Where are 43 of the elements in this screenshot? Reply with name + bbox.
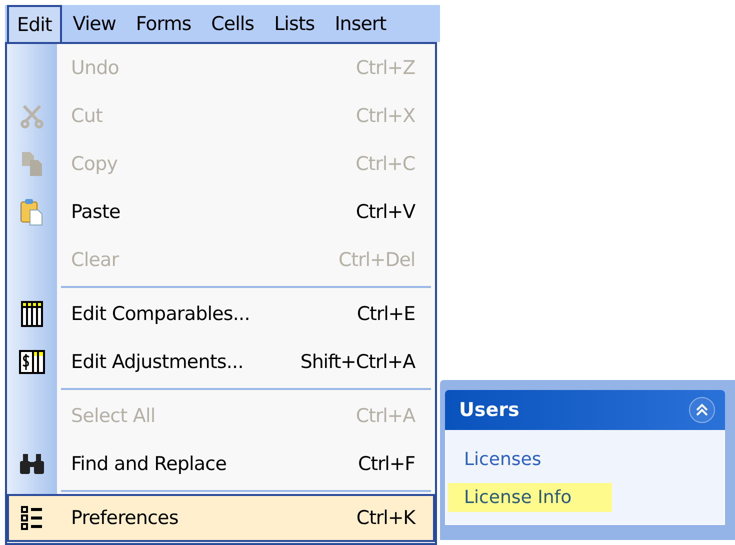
menu-item[interactable]: Paste Ctrl+V [7,188,435,236]
menu-bar-item[interactable]: Lists [265,5,324,42]
shortcut-text: Shift+Ctrl+A [300,351,415,373]
shortcut-text: Ctrl+C [356,153,415,175]
menu-item-label: Undo [71,57,120,79]
panel-link[interactable]: Licenses [448,444,582,474]
menu-item-label: Cut [71,105,104,127]
menu-bar-item[interactable]: Cells [202,5,264,42]
shortcut-text: Ctrl+V [356,201,415,223]
clipboard-icon [19,198,45,226]
menu-bar-item[interactable]: Insert [326,5,396,42]
shortcut-text: Ctrl+E [356,303,415,325]
menu-bar-item[interactable]: Edit [7,5,62,42]
shortcut-text: Ctrl+A [356,405,415,427]
dollar-table-icon [19,349,45,375]
menu-item-label: Paste [71,201,122,223]
menu-item[interactable]: Edit Comparables... Ctrl+E [7,290,435,338]
menu-bar-item[interactable]: View [64,5,125,42]
table-columns-icon [21,301,43,327]
panel-title: Users [459,399,520,421]
menu-item-label: Find and Replace [71,453,228,475]
menu-item[interactable]: Edit Adjustments... Shift+Ctrl+A [7,338,435,386]
binoculars-icon [19,453,45,475]
shortcut-text: Ctrl+Del [338,249,415,271]
shortcut-text: Ctrl+Z [356,57,415,79]
scissors-icon [19,103,45,129]
menu-item-label: Edit Adjustments... [71,351,244,373]
menu-item-label: Preferences [71,507,180,529]
menu-item-label: Select All [71,405,156,427]
panel-link[interactable]: License Info [448,482,612,512]
shortcut-text: Ctrl+X [356,105,415,127]
copy-icon [20,151,44,177]
menu-item-label: Clear [71,249,120,271]
list-icon [21,506,43,530]
menu-bar-item[interactable]: Forms [126,5,200,42]
menu-item[interactable]: Preferences Ctrl+K [7,494,435,542]
chevron-icon [695,403,709,417]
shortcut-text: Ctrl+F [358,453,415,475]
collapse-button[interactable] [689,397,715,423]
menu-item-label: Copy [71,153,119,175]
menu-item-label: Edit Comparables... [71,303,251,325]
shortcut-text: Ctrl+K [356,507,415,529]
menu-item[interactable]: Find and Replace Ctrl+F [7,440,435,488]
